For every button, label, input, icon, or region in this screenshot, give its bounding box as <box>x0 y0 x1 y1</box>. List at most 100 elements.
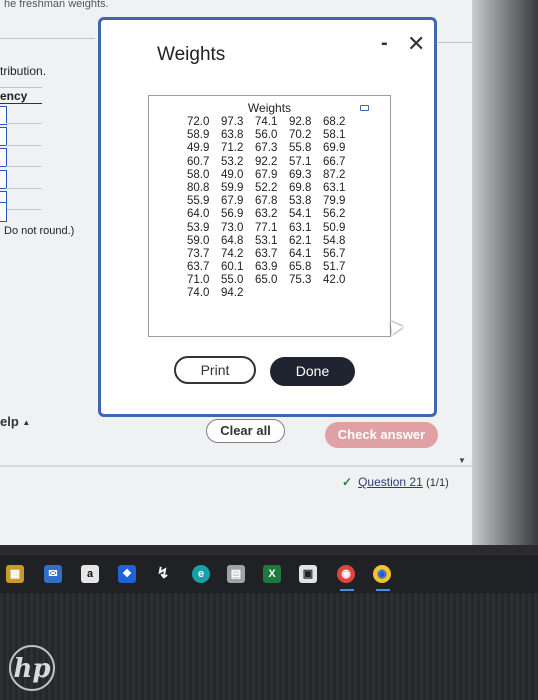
amazon-icon[interactable]: a <box>81 565 99 583</box>
weight-value: 64.1 <box>289 247 312 260</box>
copy-icon[interactable] <box>360 105 369 111</box>
table-row: 80.8 59.9 52.2 69.8 63.1 <box>187 182 357 195</box>
weight-value: 87.2 <box>323 168 346 181</box>
question-link[interactable]: Question 21 <box>358 475 423 489</box>
weight-value: 67.3 <box>255 142 278 155</box>
weight-value: 64.8 <box>221 234 244 247</box>
weight-value: 92.2 <box>255 155 278 168</box>
question-score: (1/1) <box>426 477 449 489</box>
table-row: 72.0 97.3 74.1 92.8 68.2 <box>187 116 357 129</box>
weight-value: 77.1 <box>255 221 278 234</box>
weight-value: 72.0 <box>187 116 210 128</box>
weight-value: 51.7 <box>323 261 346 274</box>
done-button[interactable]: Done <box>270 357 355 386</box>
chrome-icon-2[interactable]: ◉ <box>373 565 391 583</box>
divider <box>0 465 472 467</box>
taskbar: ▦ ✉ a ❖ ↯ e ▤ X ▣ ◉ ◉ <box>0 555 538 593</box>
weight-value: 67.8 <box>255 195 278 208</box>
scanner-icon[interactable]: ▤ <box>227 565 245 583</box>
weight-value: 53.2 <box>221 155 244 168</box>
help-menu[interactable]: elp ▲ <box>0 414 30 429</box>
clear-all-button[interactable]: Clear all <box>206 419 285 443</box>
teams-icon[interactable]: ▣ <box>299 565 317 583</box>
table-row: 58.9 63.8 56.0 70.2 58.1 <box>187 129 357 142</box>
weight-value: 71.0 <box>187 274 210 287</box>
weight-value: 53.9 <box>187 221 210 234</box>
weight-value: 50.9 <box>323 221 346 234</box>
weight-value: 59.0 <box>187 234 210 247</box>
close-icon[interactable]: ✕ <box>407 31 425 57</box>
weight-value: 92.8 <box>289 116 312 128</box>
weight-value: 55.9 <box>187 195 210 208</box>
caret-up-icon: ▲ <box>22 418 31 428</box>
weight-value: 70.2 <box>289 129 312 142</box>
weights-dialog: Weights - ✕ Weights 72.0 97.3 74.1 92.8 68.2… <box>98 17 437 417</box>
frequency-input[interactable] <box>0 127 7 146</box>
weight-value: 74.2 <box>221 247 244 260</box>
windows-store-icon[interactable]: ▦ <box>6 565 24 583</box>
row-divider <box>6 209 42 210</box>
weight-value: 69.9 <box>323 142 346 155</box>
table-row: 55.9 67.9 67.8 53.8 79.9 <box>187 195 357 208</box>
mail-icon[interactable]: ✉ <box>44 565 62 583</box>
rounding-note: Do not round.) <box>4 225 75 237</box>
table-row: 63.7 60.1 63.9 65.8 51.7 <box>187 261 357 274</box>
weight-value: 94.2 <box>221 287 244 300</box>
weight-value: 79.9 <box>323 195 346 208</box>
distribution-label: tribution. <box>0 64 47 78</box>
table-row: 49.9 71.2 67.3 55.8 69.9 <box>187 142 357 155</box>
table-row: 71.0 55.0 65.0 75.3 42.0 <box>187 274 357 287</box>
frequency-header: ency <box>0 89 28 103</box>
weight-value: 66.7 <box>323 155 346 168</box>
frequency-input[interactable] <box>0 202 7 222</box>
weight-value: 56.7 <box>323 247 346 260</box>
weight-value: 71.2 <box>221 142 244 155</box>
row-divider <box>6 166 42 167</box>
active-app-indicator <box>376 589 390 591</box>
dropbox-icon[interactable]: ❖ <box>118 565 136 583</box>
weight-value: 58.1 <box>323 129 346 142</box>
question-status: ✓ Question 21 (1/1) <box>342 475 449 489</box>
weight-value: 63.1 <box>289 221 312 234</box>
scroll-down-icon[interactable]: ▼ <box>458 456 466 465</box>
weight-value: 58.0 <box>187 168 210 181</box>
print-button[interactable]: Print <box>174 356 256 384</box>
stocks-icon[interactable]: ↯ <box>154 565 172 583</box>
weight-value: 49.0 <box>221 168 244 181</box>
weight-value: 56.0 <box>255 129 278 142</box>
weight-value: 52.2 <box>255 181 278 194</box>
weight-value: 64.0 <box>187 208 210 221</box>
screen-bezel <box>472 0 538 545</box>
weight-value: 57.1 <box>289 155 312 168</box>
weight-value: 63.2 <box>255 208 278 221</box>
check-answer-button[interactable]: Check answer <box>325 422 438 448</box>
weight-value: 69.8 <box>289 181 312 194</box>
weight-value: 63.7 <box>255 247 278 260</box>
weight-value: 65.0 <box>255 274 278 287</box>
weight-value: 68.2 <box>323 116 346 128</box>
question-text-fragment: he freshman weights. <box>4 0 109 10</box>
table-row: 60.7 53.2 92.2 57.1 66.7 <box>187 156 357 169</box>
weight-value: 67.9 <box>255 168 278 181</box>
row-divider <box>6 145 42 146</box>
dialog-title: Weights <box>157 44 226 65</box>
frequency-input[interactable] <box>0 148 7 167</box>
weight-value: 65.8 <box>289 261 312 274</box>
frequency-input[interactable] <box>0 170 7 189</box>
chrome-icon[interactable]: ◉ <box>337 565 355 583</box>
weight-value: 67.9 <box>221 195 244 208</box>
weight-value: 74.0 <box>187 287 210 300</box>
weight-value: 60.1 <box>221 261 244 274</box>
weight-value: 56.2 <box>323 208 346 221</box>
minimize-icon[interactable]: - <box>381 32 388 55</box>
weight-value: 54.8 <box>323 234 346 247</box>
weight-value: 75.3 <box>289 274 312 287</box>
divider <box>0 87 42 88</box>
weight-value: 63.7 <box>187 261 210 274</box>
data-table: Weights 72.0 97.3 74.1 92.8 68.2 58.9 63.8 56.0… <box>148 95 391 337</box>
weight-value: 62.1 <box>289 234 312 247</box>
screen: he freshman weights. tribution. ency Do … <box>0 0 472 545</box>
table-row: 73.7 74.2 63.7 64.1 56.7 <box>187 248 357 261</box>
edge-icon[interactable]: e <box>192 565 210 583</box>
excel-icon[interactable]: X <box>263 565 281 583</box>
